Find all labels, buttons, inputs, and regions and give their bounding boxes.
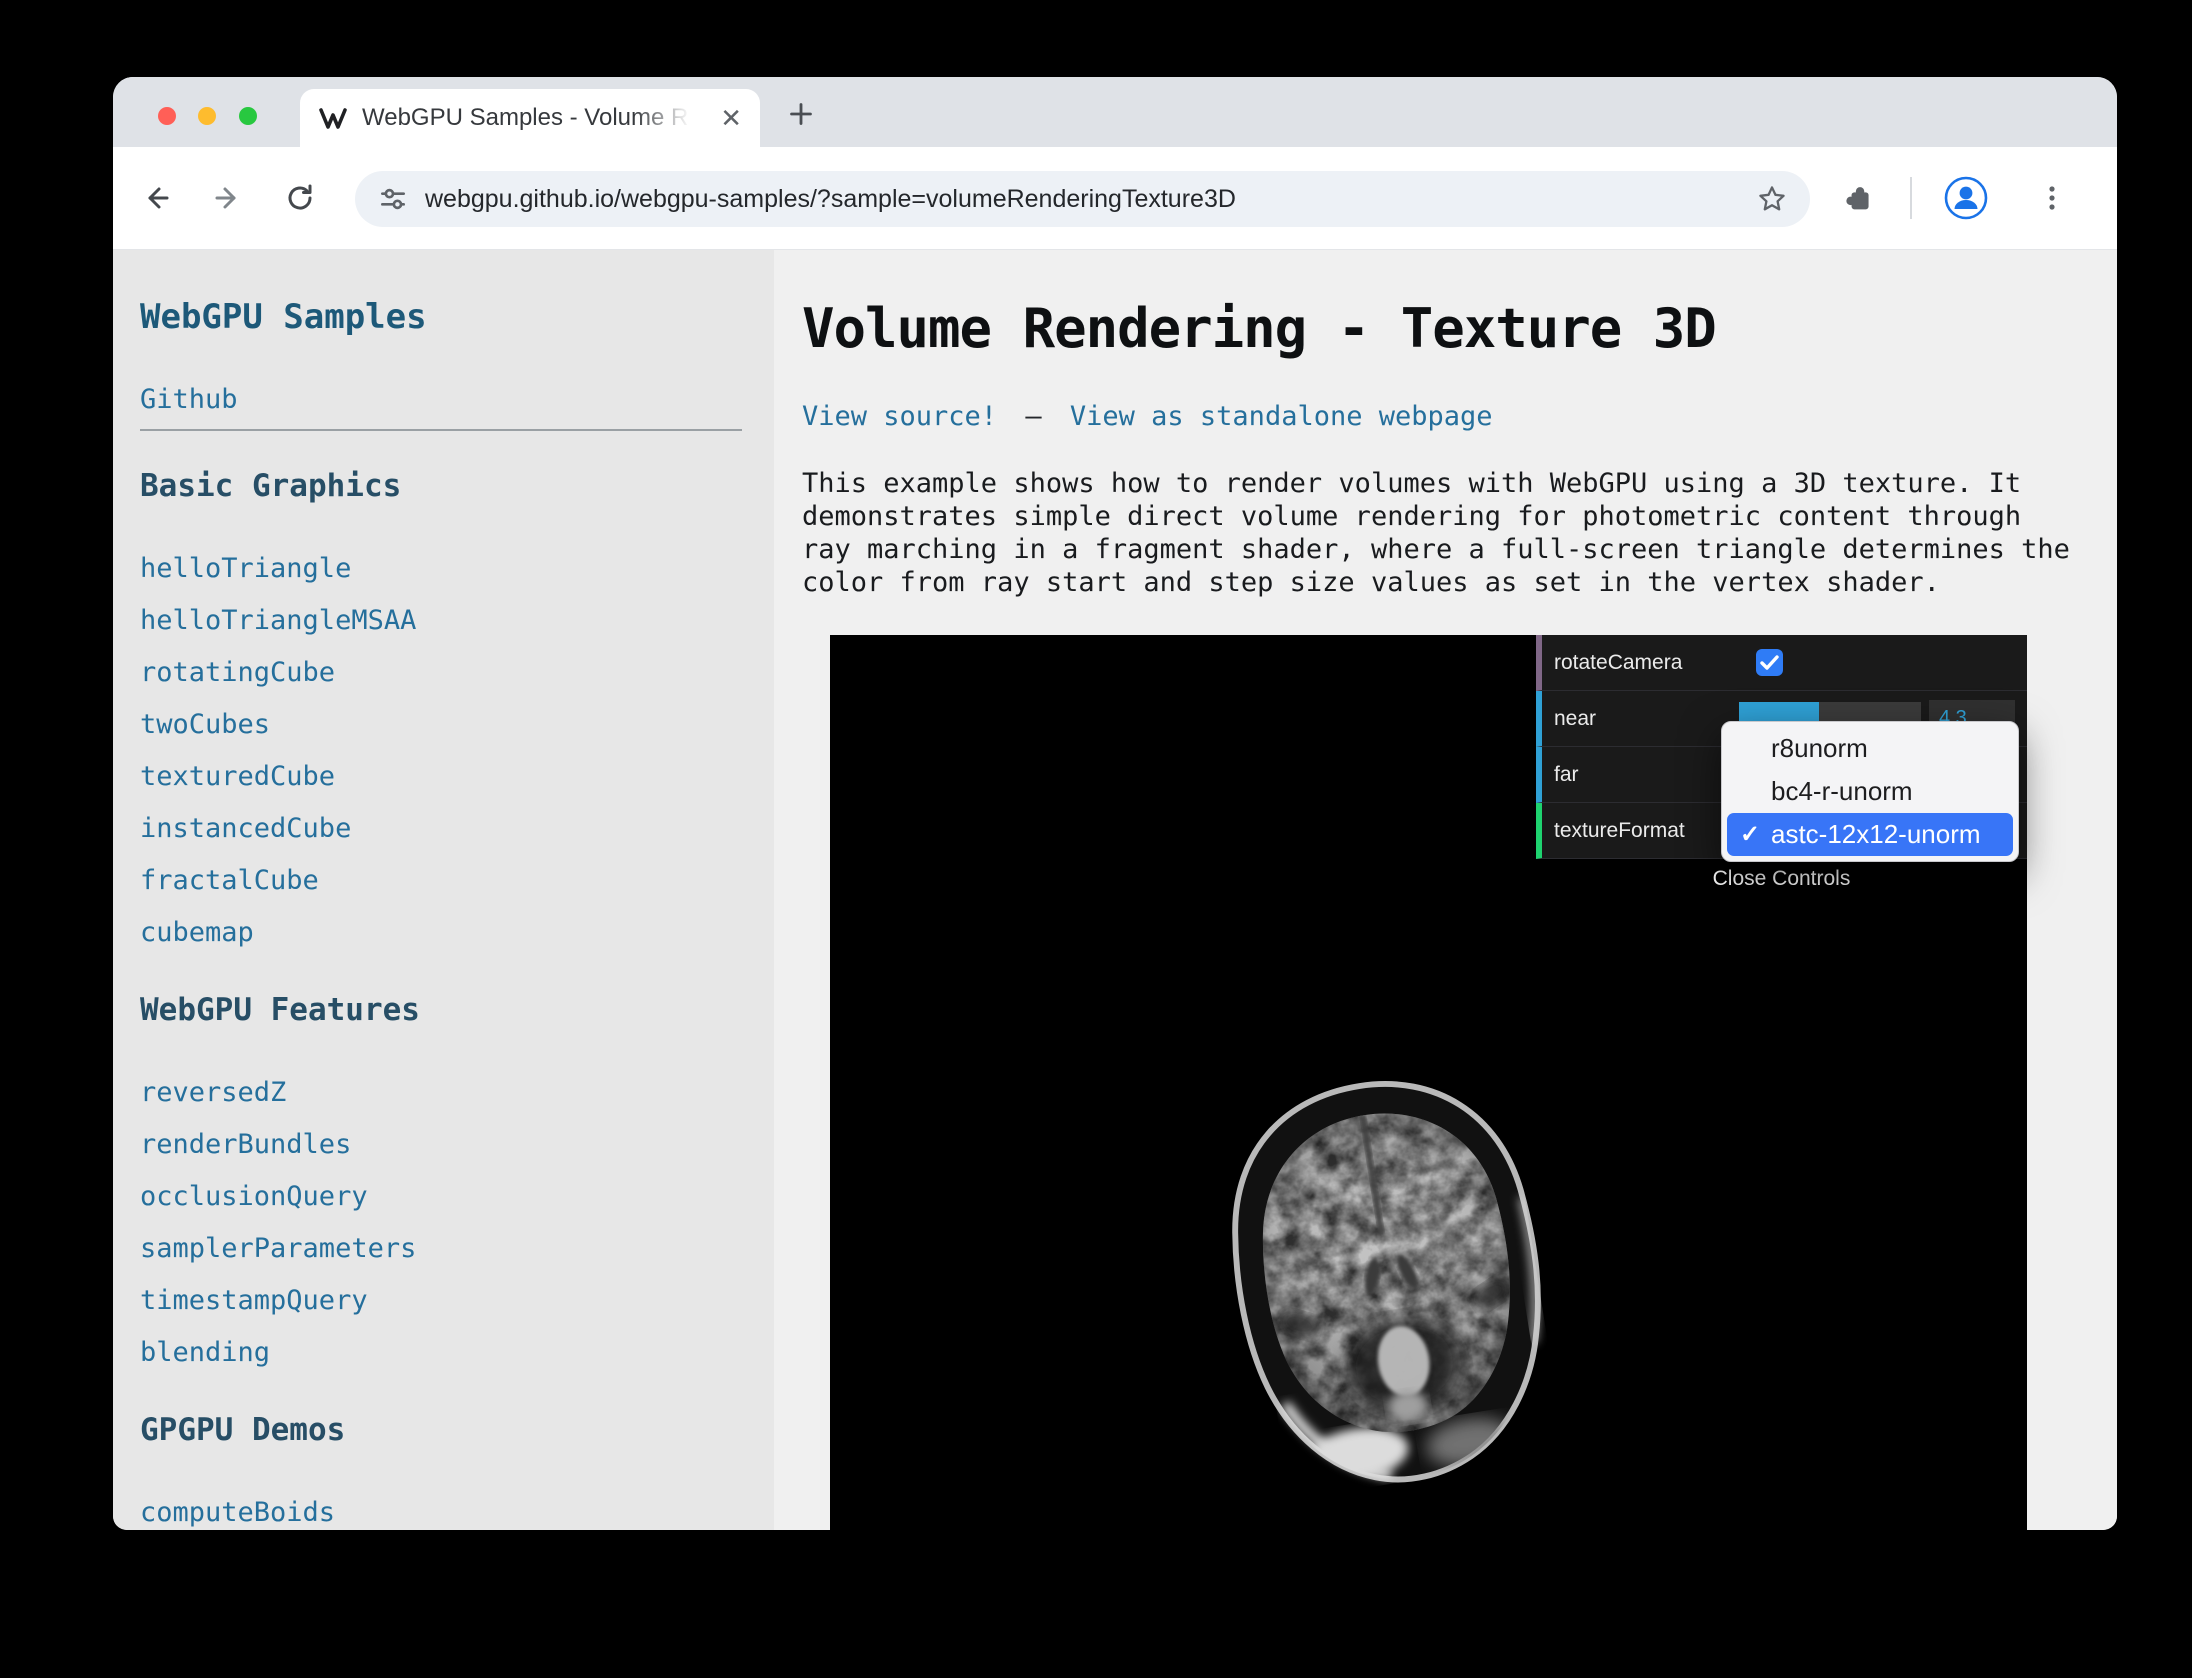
forward-icon[interactable]	[210, 180, 246, 216]
section-heading: WebGPU Features	[140, 995, 774, 1026]
option-label: r8unorm	[1771, 733, 1868, 764]
description-line: color from ray start and step size value…	[802, 566, 2117, 599]
page-content: WebGPU Samples Github Basic Graphics hel…	[113, 250, 2117, 1530]
gui-label: near	[1542, 707, 1739, 731]
sidebar-item-timestampQuery[interactable]: timestampQuery	[140, 1287, 774, 1314]
sidebar-item-helloTriangleMSAA[interactable]: helloTriangleMSAA	[140, 607, 774, 634]
sidebar-item-fractalCube[interactable]: fractalCube	[140, 867, 774, 894]
reload-icon[interactable]	[282, 180, 318, 216]
webgpu-logo-icon	[318, 103, 348, 133]
brain-mri-render	[1183, 1062, 1599, 1494]
site-title: WebGPU Samples	[140, 300, 774, 334]
sidebar-item-helloTriangle[interactable]: helloTriangle	[140, 555, 774, 582]
browser-window: WebGPU Samples - Volume R ✕	[113, 77, 2117, 1530]
sidebar-item-github[interactable]: Github	[140, 386, 774, 413]
sidebar-item-texturedCube[interactable]: texturedCube	[140, 763, 774, 790]
dropdown-option-bc4-r-unorm[interactable]: bc4-r-unorm	[1727, 770, 2013, 813]
url-text[interactable]: webgpu.github.io/webgpu-samples/?sample=…	[425, 185, 1236, 214]
sidebar-item-samplerParameters[interactable]: samplerParameters	[140, 1235, 774, 1262]
option-label: astc-12x12-unorm	[1771, 819, 1981, 850]
gui-label: textureFormat	[1542, 819, 1739, 843]
close-tab-icon[interactable]: ✕	[720, 105, 742, 131]
option-label: bc4-r-unorm	[1771, 776, 1913, 807]
back-icon[interactable]	[138, 180, 174, 216]
gui-row-rotate-camera: rotateCamera	[1536, 635, 2027, 691]
gui-control	[1739, 649, 2027, 676]
main-content: Volume Rendering - Texture 3D View sourc…	[774, 250, 2117, 1530]
sidebar-divider	[140, 429, 742, 431]
sidebar: WebGPU Samples Github Basic Graphics hel…	[113, 250, 774, 1530]
description-line: demonstrates simple direct volume render…	[802, 500, 2117, 533]
links-separator: —	[1025, 401, 1041, 432]
sidebar-item-computeBoids[interactable]: computeBoids	[140, 1499, 774, 1526]
sample-description: This example shows how to render volumes…	[802, 467, 2117, 599]
volume-render-canvas[interactable]: rotateCamera near	[830, 635, 2027, 1530]
sidebar-item-renderBundles[interactable]: renderBundles	[140, 1131, 774, 1158]
plus-icon	[784, 97, 818, 131]
dropdown-option-astc-12x12-unorm[interactable]: ✓ astc-12x12-unorm	[1727, 813, 2013, 856]
window-zoom-button[interactable]	[239, 107, 257, 125]
view-source-link[interactable]: View source!	[802, 401, 997, 432]
texture-format-dropdown: r8unorm bc4-r-unorm ✓ astc-12x12-unorm	[1721, 721, 2019, 862]
page-title: Volume Rendering - Texture 3D	[802, 302, 2117, 356]
sidebar-item-occlusionQuery[interactable]: occlusionQuery	[140, 1183, 774, 1210]
standalone-link[interactable]: View as standalone webpage	[1070, 401, 1493, 432]
checkmark-icon: ✓	[1740, 820, 1760, 849]
sidebar-item-instancedCube[interactable]: instancedCube	[140, 815, 774, 842]
extensions-icon[interactable]	[1844, 181, 1878, 215]
gui-label: far	[1542, 763, 1739, 787]
gui-label: rotateCamera	[1542, 651, 1739, 675]
rotate-camera-checkbox[interactable]	[1756, 649, 1783, 676]
sidebar-item-reversedZ[interactable]: reversedZ	[140, 1079, 774, 1106]
dropdown-option-r8unorm[interactable]: r8unorm	[1727, 727, 2013, 770]
address-bar[interactable]: webgpu.github.io/webgpu-samples/?sample=…	[355, 171, 1810, 227]
toolbar-divider	[1910, 177, 1912, 219]
sidebar-item-cubemap[interactable]: cubemap	[140, 919, 774, 946]
new-tab-button[interactable]	[781, 94, 821, 134]
browser-tab[interactable]: WebGPU Samples - Volume R ✕	[300, 89, 760, 147]
section-heading: GPGPU Demos	[140, 1415, 774, 1446]
window-close-button[interactable]	[158, 107, 176, 125]
menu-icon[interactable]	[2034, 180, 2070, 216]
sample-links: View source! — View as standalone webpag…	[802, 403, 2117, 430]
description-line: ray marching in a fragment shader, where…	[802, 533, 2117, 566]
sidebar-section-gpgpu-demos: GPGPU Demos computeBoids	[140, 1415, 774, 1526]
window-minimize-button[interactable]	[198, 107, 216, 125]
sidebar-item-twoCubes[interactable]: twoCubes	[140, 711, 774, 738]
site-settings-icon[interactable]	[377, 183, 409, 215]
profile-avatar-icon[interactable]	[1944, 176, 1988, 220]
tab-strip: WebGPU Samples - Volume R ✕	[113, 77, 2117, 147]
sidebar-item-blending[interactable]: blending	[140, 1339, 774, 1366]
close-controls-button[interactable]: Close Controls	[1536, 859, 2027, 899]
description-line: This example shows how to render volumes…	[802, 467, 2117, 500]
section-heading: Basic Graphics	[140, 471, 774, 502]
sidebar-section-webgpu-features: WebGPU Features reversedZ renderBundles …	[140, 995, 774, 1366]
bookmark-star-icon[interactable]	[1756, 183, 1788, 215]
check-icon	[1756, 649, 1783, 676]
sidebar-section-basic-graphics: Basic Graphics helloTriangle helloTriang…	[140, 471, 774, 946]
browser-toolbar: webgpu.github.io/webgpu-samples/?sample=…	[113, 147, 2117, 250]
sidebar-item-rotatingCube[interactable]: rotatingCube	[140, 659, 774, 686]
tab-title-fade	[634, 97, 704, 141]
